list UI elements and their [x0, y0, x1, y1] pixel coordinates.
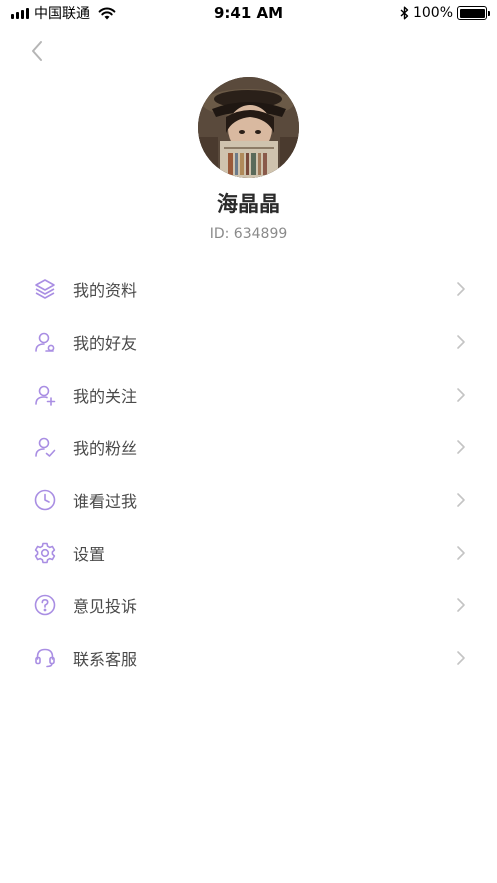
menu-item-label: 我的好友 [73, 334, 138, 354]
menu-item-label: 联系客服 [73, 650, 138, 670]
menu-item-customer-service[interactable]: 联系客服 [0, 632, 497, 685]
chevron-right-icon [457, 282, 465, 297]
chevron-right-icon [457, 440, 465, 455]
battery-icon [457, 6, 490, 20]
profile-id: ID: 634899 [209, 226, 288, 242]
clock-icon [33, 488, 57, 512]
chevron-right-icon [457, 545, 465, 560]
menu-item-profile[interactable]: 我的资料 [0, 263, 497, 316]
menu-item-label: 谁看过我 [73, 492, 138, 512]
back-button[interactable] [24, 36, 50, 66]
profile-name: 海晶晶 [217, 192, 280, 216]
status-bar: 中国联通 9:41 AM 100% [0, 0, 497, 26]
chevron-right-icon [457, 335, 465, 349]
chevron-right-icon [457, 493, 465, 507]
menu-item-feedback[interactable]: 意见投诉 [0, 579, 497, 632]
menu-item-friends[interactable]: 我的好友 [0, 316, 497, 369]
avatar-image [198, 77, 299, 178]
avatar[interactable] [198, 77, 299, 178]
user-add-icon [33, 383, 57, 407]
headset-icon [33, 646, 57, 670]
menu-item-label: 意见投诉 [73, 597, 138, 617]
chevron-right-icon [457, 651, 465, 665]
menu-item-label: 我的关注 [73, 386, 138, 406]
profile-menu: 我的资料 我的好友 我的关注 我的粉丝 谁看过我 设置 意见投诉 联系客服 [0, 263, 497, 685]
chevron-right-icon [457, 598, 465, 613]
menu-item-label: 我的粉丝 [73, 439, 138, 459]
user-friend-icon [33, 330, 57, 354]
menu-item-settings[interactable]: 设置 [0, 526, 497, 579]
gear-icon [33, 541, 57, 565]
menu-item-fans[interactable]: 我的粉丝 [0, 421, 497, 474]
battery-percentage: 100% [412, 5, 453, 21]
menu-item-following[interactable]: 我的关注 [0, 368, 497, 421]
bluetooth-icon [400, 6, 409, 20]
user-check-icon [33, 435, 57, 459]
menu-item-label: 我的资料 [73, 281, 138, 301]
layers-icon [33, 277, 57, 301]
menu-item-label: 设置 [73, 544, 106, 564]
chevron-left-icon [32, 41, 42, 61]
question-icon [33, 593, 57, 617]
menu-item-visitors[interactable]: 谁看过我 [0, 474, 497, 527]
chevron-right-icon [457, 387, 465, 402]
